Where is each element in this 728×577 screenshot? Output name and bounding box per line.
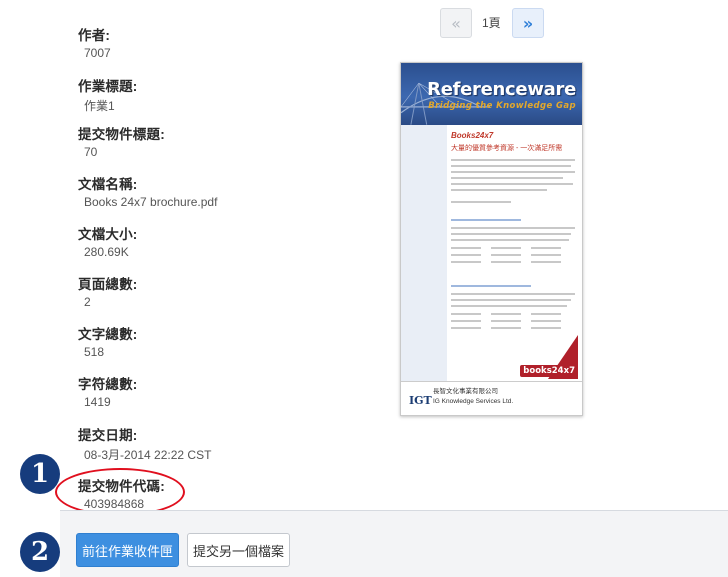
author-label: 作者: (78, 28, 111, 43)
preview-text-line (531, 327, 561, 329)
preview-text-line (451, 227, 575, 229)
word-count-value: 518 (84, 345, 105, 359)
go-to-inbox-button[interactable]: 前往作業收件匣 (76, 533, 179, 567)
filename-value: Books 24x7 brochure.pdf (84, 195, 218, 209)
filename-field: 文檔名稱: Books 24x7 brochure.pdf (78, 173, 217, 209)
preview-text-line (451, 320, 481, 322)
char-count-field: 字符總數: 1419 (78, 373, 138, 409)
preview-text-line (451, 285, 531, 287)
assignment-title-field: 作業標題: 作業1 (78, 75, 138, 114)
previous-page-button[interactable]: « (440, 8, 472, 38)
preview-text-line (451, 239, 569, 241)
preview-text-line (451, 219, 521, 221)
action-bar: 前往作業收件匣 提交另一個檔案 (60, 510, 728, 577)
preview-text-line (491, 247, 521, 249)
books24x7-logo: books24x7 (520, 365, 578, 377)
preview-text-line (531, 313, 561, 315)
preview-text-line (451, 189, 547, 191)
char-count-value: 1419 (84, 395, 111, 409)
preview-headline: 大量的優質參考資源 - 一次滿足所需 (451, 145, 563, 152)
word-count-field: 文字總數: 518 (78, 323, 138, 359)
submission-title-label: 提交物件標題: (78, 127, 165, 142)
assignment-title-value: 作業1 (84, 99, 115, 113)
preview-text-line (491, 313, 521, 315)
submit-date-value: 08-3月-2014 22:22 CST (84, 448, 212, 462)
preview-text-line (491, 327, 521, 329)
highlight-ellipse (55, 468, 185, 516)
submit-another-file-button[interactable]: 提交另一個檔案 (187, 533, 290, 567)
preview-brand: Books24x7 (451, 131, 494, 140)
preview-text-line (451, 201, 511, 203)
submit-date-label: 提交日期: (78, 428, 138, 443)
preview-text-line (531, 320, 561, 322)
preview-text-line (531, 254, 561, 256)
preview-text-line (451, 177, 563, 179)
preview-text-line (451, 254, 481, 256)
filesize-field: 文檔大小: 280.69K (78, 223, 138, 259)
char-count-label: 字符總數: (78, 377, 138, 392)
callout-marker-1: 1 (20, 454, 60, 494)
preview-text-line (451, 313, 481, 315)
preview-title: Referenceware (427, 79, 576, 100)
preview-text-line (451, 183, 573, 185)
preview-text-line (451, 233, 571, 235)
preview-text-line (531, 247, 561, 249)
company-name-chinese: 長智文化事業有限公司 (433, 388, 498, 395)
word-count-label: 文字總數: (78, 327, 138, 342)
preview-text-line (451, 293, 575, 295)
author-value: 7007 (84, 46, 111, 60)
preview-text-line (451, 247, 481, 249)
preview-text-line (451, 165, 571, 167)
preview-text-line (491, 261, 521, 263)
preview-subtitle: Bridging the Knowledge Gap (428, 101, 576, 111)
preview-text-line (451, 261, 481, 263)
igt-logo: IGT (409, 394, 432, 407)
author-field: 作者: 7007 (78, 24, 111, 60)
preview-side-rail (401, 125, 447, 385)
preview-text-line (531, 261, 561, 263)
page-count-field: 頁面總數: 2 (78, 273, 138, 309)
preview-text-line (451, 327, 481, 329)
next-page-button[interactable]: » (512, 8, 544, 38)
document-preview[interactable]: Referenceware Bridging the Knowledge Gap… (400, 62, 583, 416)
filename-label: 文檔名稱: (78, 177, 138, 192)
preview-text-line (491, 254, 521, 256)
preview-text-line (451, 159, 575, 161)
assignment-title-label: 作業標題: (78, 79, 138, 94)
page-count-label: 頁面總數: (78, 277, 138, 292)
preview-text-line (451, 171, 575, 173)
preview-text-line (491, 320, 521, 322)
company-name-english: IG Knowledge Services Ltd. (433, 398, 514, 405)
filesize-value: 280.69K (84, 245, 129, 259)
filesize-label: 文檔大小: (78, 227, 138, 242)
submission-title-value: 70 (84, 145, 98, 159)
submit-date-field: 提交日期: 08-3月-2014 22:22 CST (78, 424, 211, 463)
preview-text-line (451, 299, 571, 301)
page-count-value: 2 (84, 295, 91, 309)
preview-footer: IGT 長智文化事業有限公司 IG Knowledge Services Ltd… (401, 381, 582, 415)
preview-text-line (451, 305, 567, 307)
callout-marker-2: 2 (20, 532, 60, 572)
submission-title-field: 提交物件標題: 70 (78, 123, 165, 159)
page-indicator: 1頁 (482, 16, 501, 30)
